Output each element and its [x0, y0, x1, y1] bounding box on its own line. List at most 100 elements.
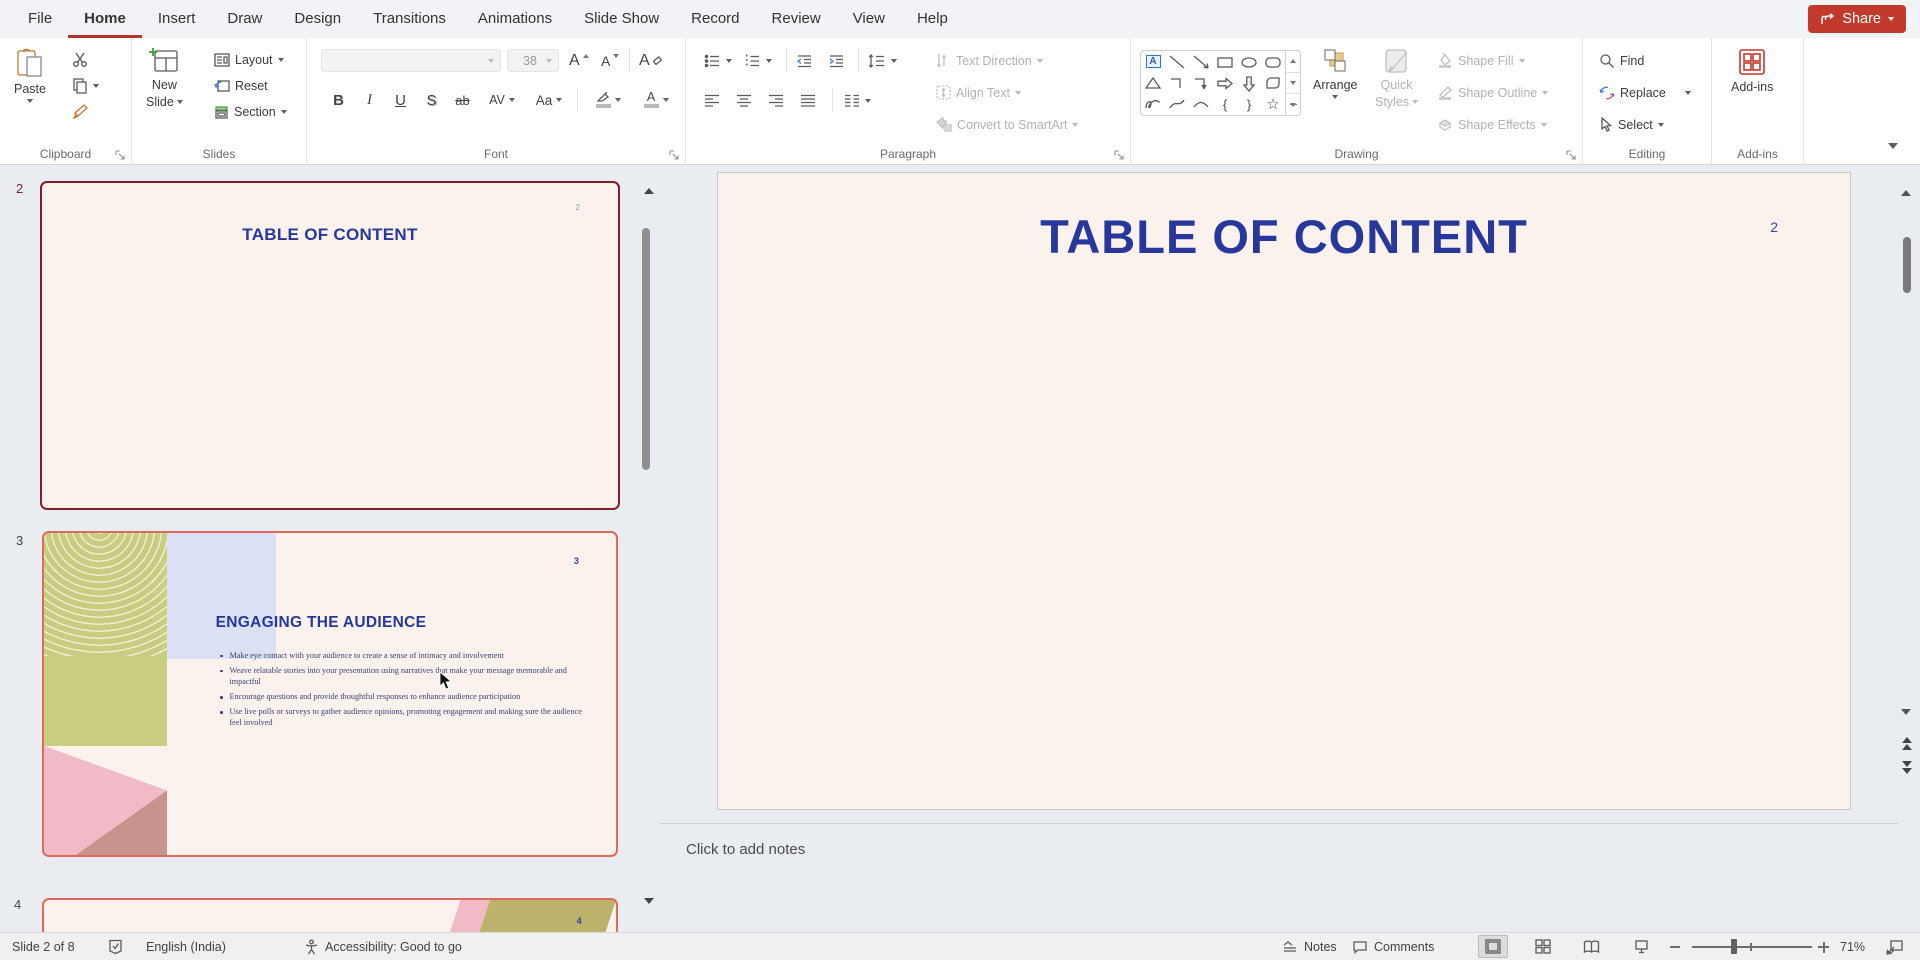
reading-view-button[interactable]	[1576, 935, 1606, 958]
align-right-button[interactable]	[768, 88, 784, 113]
normal-view-button[interactable]	[1478, 935, 1508, 958]
font-color-button[interactable]: A	[635, 88, 677, 112]
layout-button[interactable]: Layout	[214, 47, 284, 72]
select-button[interactable]: Select	[1599, 112, 1664, 137]
shape-gallery[interactable]: A { } ☆	[1140, 50, 1286, 116]
paste-button[interactable]: Paste	[14, 38, 46, 103]
oval-shape[interactable]	[1239, 53, 1259, 71]
plaque-shape[interactable]	[1263, 74, 1283, 92]
star-shape[interactable]: ☆	[1266, 97, 1279, 112]
align-center-button[interactable]	[736, 88, 752, 113]
tab-draw[interactable]: Draw	[211, 0, 278, 38]
scribble-shape[interactable]	[1143, 95, 1163, 113]
thumbnail-scroll-up-icon[interactable]	[644, 171, 654, 189]
triangle-shape[interactable]	[1143, 74, 1163, 92]
change-case-button[interactable]: Aa	[529, 88, 569, 112]
elbow-connector-shape[interactable]	[1167, 74, 1187, 92]
thumbnail-scroll-down-icon[interactable]	[644, 904, 654, 922]
slide-canvas[interactable]: TABLE OF CONTENT 2	[717, 172, 1851, 810]
next-slide-button[interactable]	[1902, 761, 1912, 774]
line-spacing-button[interactable]	[868, 48, 897, 73]
fit-to-window-button[interactable]	[1886, 933, 1903, 960]
convert-smartart-button[interactable]: Convert to SmartArt	[936, 112, 1078, 137]
comments-toggle-button[interactable]: Comments	[1352, 933, 1434, 960]
quick-styles-button[interactable]: Quick Styles	[1375, 38, 1418, 109]
thumbnail-scrollbar[interactable]	[644, 165, 656, 932]
tab-animations[interactable]: Animations	[462, 0, 568, 38]
down-arrow-shape[interactable]	[1239, 74, 1259, 92]
editor-scrollbar-thumb[interactable]	[1903, 237, 1911, 293]
tab-slide-show[interactable]: Slide Show	[568, 0, 675, 38]
font-name-combo[interactable]	[321, 49, 501, 72]
cut-button[interactable]	[72, 47, 89, 72]
gallery-scroll-up[interactable]	[1286, 51, 1300, 73]
tab-view[interactable]: View	[837, 0, 901, 38]
spellcheck-button[interactable]	[108, 933, 123, 960]
slide-thumbnail-4[interactable]: 4	[42, 898, 618, 932]
left-brace-shape[interactable]: {	[1223, 98, 1227, 111]
italic-button[interactable]: I	[356, 88, 383, 112]
notes-toggle-button[interactable]: Notes	[1282, 933, 1337, 960]
zoom-level-button[interactable]: 71%	[1840, 933, 1865, 960]
tab-insert[interactable]: Insert	[142, 0, 212, 38]
align-text-button[interactable]: Align Text	[936, 80, 1021, 105]
drawing-dialog-launcher[interactable]	[1566, 148, 1577, 159]
replace-button[interactable]: Replace	[1599, 80, 1691, 105]
rectangle-shape[interactable]	[1215, 53, 1235, 71]
justify-button[interactable]	[800, 88, 816, 113]
tab-record[interactable]: Record	[675, 0, 755, 38]
slide-title-textbox[interactable]: TABLE OF CONTENT	[718, 209, 1850, 264]
zoom-out-button[interactable]	[1670, 933, 1684, 960]
line-shape[interactable]	[1167, 53, 1187, 71]
accessibility-button[interactable]: Accessibility: Good to go	[304, 933, 462, 960]
numbering-button[interactable]	[744, 48, 772, 73]
collapse-ribbon-button[interactable]	[1888, 136, 1898, 154]
grow-font-button[interactable]: A	[569, 48, 589, 73]
notes-placeholder[interactable]: Click to add notes	[686, 841, 805, 858]
bullets-button[interactable]	[704, 48, 732, 73]
zoom-in-button[interactable]	[1818, 933, 1832, 960]
new-slide-button[interactable]: New Slide	[146, 38, 183, 109]
addins-button[interactable]: Add-ins	[1731, 38, 1773, 94]
curve-shape[interactable]	[1167, 95, 1187, 113]
text-box-shape[interactable]: A	[1146, 55, 1161, 68]
share-button[interactable]: Share	[1808, 5, 1906, 33]
gallery-more-button[interactable]	[1286, 94, 1300, 115]
clipboard-dialog-launcher[interactable]	[115, 148, 126, 159]
editor-scroll-up-icon[interactable]	[1901, 173, 1911, 191]
find-button[interactable]: Find	[1599, 48, 1644, 73]
slide-sorter-button[interactable]	[1528, 935, 1558, 958]
arrow-shape[interactable]	[1191, 53, 1211, 71]
rounded-rectangle-shape[interactable]	[1263, 53, 1283, 71]
shape-outline-button[interactable]: Shape Outline	[1437, 80, 1548, 105]
text-direction-button[interactable]: Text Direction	[936, 48, 1043, 73]
font-dialog-launcher[interactable]	[669, 148, 680, 159]
thumbnail-scrollbar-thumb[interactable]	[642, 228, 650, 470]
right-brace-shape[interactable]: }	[1247, 98, 1251, 111]
previous-slide-button[interactable]	[1902, 737, 1912, 750]
highlight-color-button[interactable]	[587, 88, 629, 112]
font-size-combo[interactable]: 38	[507, 49, 559, 72]
zoom-slider-handle[interactable]	[1731, 939, 1737, 954]
section-button[interactable]: Section	[214, 99, 287, 124]
right-arrow-shape[interactable]	[1215, 74, 1235, 92]
elbow-arrow-connector-shape[interactable]	[1191, 74, 1211, 92]
tab-file[interactable]: File	[12, 0, 68, 38]
slideshow-button[interactable]	[1626, 935, 1656, 958]
shrink-font-button[interactable]: A	[601, 48, 619, 73]
character-spacing-button[interactable]: AV	[482, 88, 522, 112]
columns-button[interactable]	[844, 88, 871, 113]
tab-help[interactable]: Help	[901, 0, 964, 38]
arrange-button[interactable]: Arrange	[1313, 38, 1357, 99]
increase-indent-button[interactable]	[828, 48, 845, 73]
slide-thumbnail-3[interactable]: ENGAGING THE AUDIENCE 3 Make eye contact…	[42, 531, 618, 857]
format-painter-button[interactable]	[72, 99, 89, 124]
text-shadow-button[interactable]: S	[418, 88, 445, 112]
align-left-button[interactable]	[704, 88, 720, 113]
bold-button[interactable]: B	[325, 88, 352, 112]
reset-button[interactable]: Reset	[214, 73, 268, 98]
arc-shape[interactable]	[1191, 95, 1211, 113]
shape-effects-button[interactable]: Shape Effects	[1437, 112, 1547, 137]
gallery-scroll-down[interactable]	[1286, 73, 1300, 95]
shape-fill-button[interactable]: Shape Fill	[1437, 48, 1525, 73]
